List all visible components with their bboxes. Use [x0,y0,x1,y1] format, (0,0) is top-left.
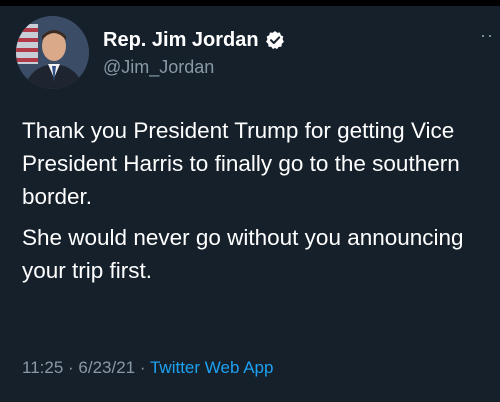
top-bar [0,0,500,6]
name-row: Rep. Jim Jordan [103,28,285,52]
avatar[interactable] [16,16,89,89]
tweet-source-link[interactable]: Twitter Web App [150,358,273,377]
author-block: Rep. Jim Jordan @Jim_Jordan [103,28,285,78]
more-icon[interactable]: ·· [480,26,494,44]
meta-separator: · [139,358,146,377]
display-name[interactable]: Rep. Jim Jordan [103,28,259,52]
tweet-paragraph-1: Thank you President Trump for getting Vi… [22,118,460,209]
tweet-text: Thank you President Trump for getting Vi… [22,114,498,287]
tweet-date[interactable]: 6/23/21 [78,358,135,377]
user-handle[interactable]: @Jim_Jordan [103,56,285,78]
avatar-image [16,16,89,89]
meta-separator: · [68,358,74,377]
tweet-time[interactable]: 11:25 [22,358,63,377]
verified-badge-icon [265,30,285,50]
tweet-meta: 11:25 · 6/23/21 · Twitter Web App [22,357,273,379]
tweet-paragraph-2: She would never go without you announcin… [22,225,464,283]
tweet-card: Rep. Jim Jordan @Jim_Jordan ·· Thank you… [0,0,500,402]
